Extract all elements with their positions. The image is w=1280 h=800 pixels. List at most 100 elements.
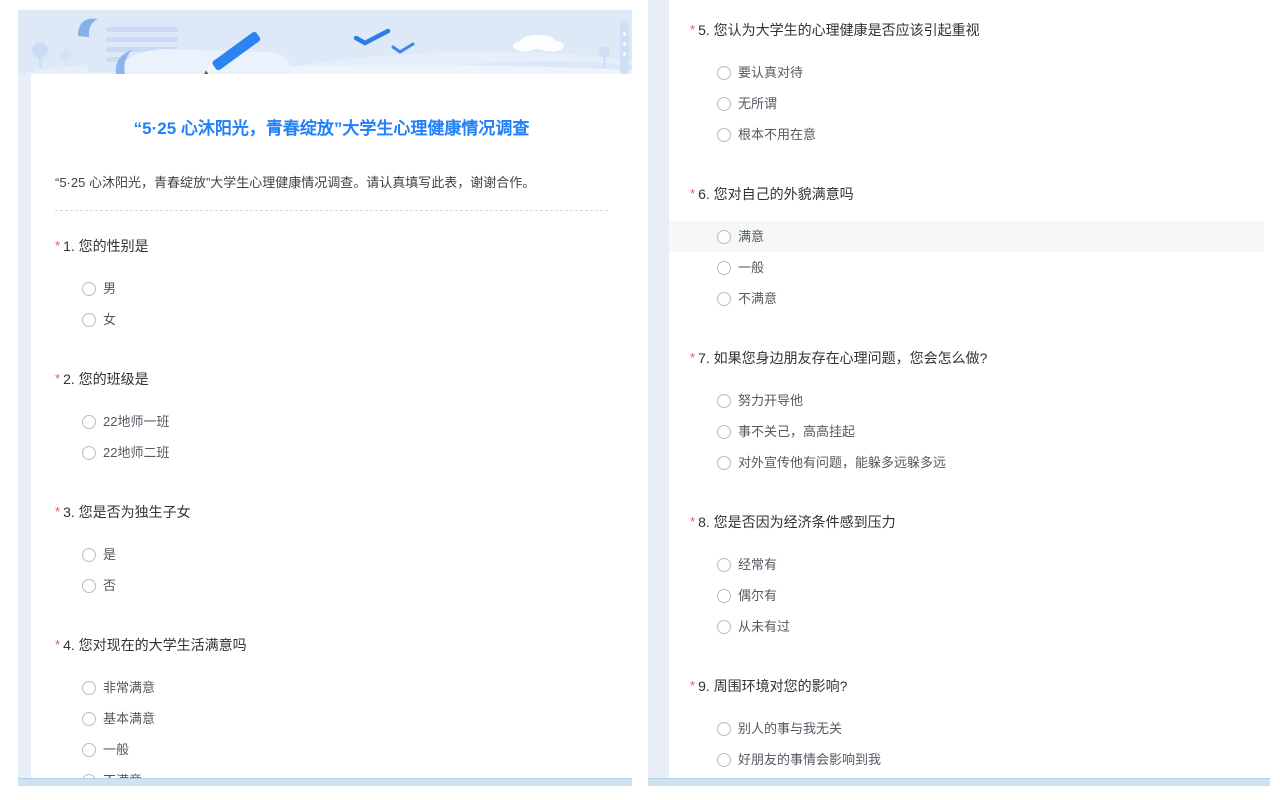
- question-list-right: *5. 您认为大学生的心理健康是否应该引起重视要认真对待无所谓根本不用在意*6.…: [669, 21, 1264, 779]
- question-block: *4. 您对现在的大学生活满意吗非常满意基本满意一般不满意: [31, 636, 632, 779]
- option-row[interactable]: 偶尔有: [669, 580, 1264, 611]
- radio-button-icon[interactable]: [82, 579, 96, 593]
- required-asterisk: *: [55, 238, 60, 253]
- radio-button-icon[interactable]: [717, 589, 731, 603]
- survey-title: “5·25 心沐阳光，青春绽放”大学生心理健康情况调查: [55, 118, 608, 140]
- required-asterisk: *: [55, 637, 60, 652]
- option-row[interactable]: 不满意: [31, 765, 632, 779]
- survey-page-top: “5·25 心沐阳光，青春绽放”大学生心理健康情况调查 “5·25 心沐阳光，青…: [18, 10, 632, 786]
- radio-button-icon[interactable]: [717, 261, 731, 275]
- question-block: *6. 您对自己的外貌满意吗满意一般不满意: [669, 185, 1264, 314]
- question-list-left: *1. 您的性别是男女*2. 您的班级是22地师一班22地师二班*3. 您是否为…: [31, 237, 632, 779]
- option-row[interactable]: 事不关己，高高挂起: [669, 416, 1264, 447]
- radio-button-icon[interactable]: [82, 446, 96, 460]
- radio-button-icon[interactable]: [82, 712, 96, 726]
- radio-button-icon[interactable]: [717, 620, 731, 634]
- option-label: 满意: [738, 228, 764, 245]
- option-row[interactable]: 要认真对待: [669, 57, 1264, 88]
- radio-button-icon[interactable]: [717, 128, 731, 142]
- required-asterisk: *: [690, 22, 695, 37]
- option-row[interactable]: 根本不用在意: [669, 119, 1264, 150]
- required-asterisk: *: [690, 678, 695, 693]
- option-label: 要认真对待: [738, 64, 803, 81]
- radio-button-icon[interactable]: [717, 425, 731, 439]
- radio-button-icon[interactable]: [717, 456, 731, 470]
- radio-button-icon[interactable]: [717, 722, 731, 736]
- header-divider: [55, 210, 608, 211]
- option-label: 根本不用在意: [738, 126, 816, 143]
- radio-button-icon[interactable]: [82, 681, 96, 695]
- option-row[interactable]: 否: [31, 570, 632, 601]
- radio-button-icon[interactable]: [82, 282, 96, 296]
- question-label: *7. 如果您身边朋友存在心理问题，您会怎么做?: [690, 349, 1243, 368]
- question-text: 1. 您的性别是: [63, 238, 149, 254]
- survey-description: “5·25 心沐阳光，青春绽放”大学生心理健康情况调查。请认真填写此表，谢谢合作…: [55, 174, 608, 191]
- option-row[interactable]: 是: [31, 539, 632, 570]
- option-row[interactable]: 别人的事与我无关: [669, 713, 1264, 744]
- option-row[interactable]: 女: [31, 304, 632, 335]
- required-asterisk: *: [55, 504, 60, 519]
- radio-button-icon[interactable]: [717, 66, 731, 80]
- radio-button-icon[interactable]: [82, 548, 96, 562]
- question-block: *3. 您是否为独生子女是否: [31, 503, 632, 601]
- option-row[interactable]: 基本满意: [31, 703, 632, 734]
- page-background-strip: [648, 0, 669, 779]
- option-label: 22地师一班: [103, 413, 169, 430]
- question-label: *9. 周围环境对您的影响?: [690, 677, 1243, 696]
- question-text: 5. 您认为大学生的心理健康是否应该引起重视: [698, 22, 980, 38]
- option-label: 女: [103, 311, 116, 328]
- option-label: 基本满意: [103, 710, 155, 727]
- question-text: 9. 周围环境对您的影响?: [698, 678, 847, 694]
- question-block: *7. 如果您身边朋友存在心理问题，您会怎么做? 努力开导他事不关己，高高挂起对外…: [669, 349, 1264, 478]
- question-block: *8. 您是否因为经济条件感到压力经常有偶尔有从未有过: [669, 513, 1264, 642]
- option-row[interactable]: 从未有过: [669, 611, 1264, 642]
- option-row[interactable]: 22地师一班: [31, 406, 632, 437]
- option-row[interactable]: 男: [31, 273, 632, 304]
- option-row[interactable]: 非常满意: [31, 672, 632, 703]
- option-row[interactable]: 满意: [669, 221, 1264, 252]
- question-text: 8. 您是否因为经济条件感到压力: [698, 514, 896, 530]
- radio-button-icon[interactable]: [82, 415, 96, 429]
- survey-card: “5·25 心沐阳光，青春绽放”大学生心理健康情况调查 “5·25 心沐阳光，青…: [31, 74, 632, 779]
- option-label: 非常满意: [103, 679, 155, 696]
- option-row[interactable]: 不满意: [669, 283, 1264, 314]
- question-label: *2. 您的班级是: [55, 370, 608, 389]
- question-text: 7. 如果您身边朋友存在心理问题，您会怎么做?: [698, 350, 987, 366]
- question-text: 4. 您对现在的大学生活满意吗: [63, 637, 247, 653]
- question-label: *4. 您对现在的大学生活满意吗: [55, 636, 608, 655]
- question-block: *2. 您的班级是 22地师一班 22地师二班: [31, 370, 632, 468]
- question-label: *1. 您的性别是: [55, 237, 608, 256]
- question-label: *8. 您是否因为经济条件感到压力: [690, 513, 1243, 532]
- required-asterisk: *: [690, 350, 695, 365]
- option-row[interactable]: 22地师二班: [31, 437, 632, 468]
- question-label: *5. 您认为大学生的心理健康是否应该引起重视: [690, 21, 1243, 40]
- option-label: 22地师二班: [103, 444, 169, 461]
- radio-button-icon[interactable]: [717, 753, 731, 767]
- option-label: 事不关己，高高挂起: [738, 423, 855, 440]
- bottom-bar: [648, 778, 1270, 786]
- question-block: *5. 您认为大学生的心理健康是否应该引起重视要认真对待无所谓根本不用在意: [669, 21, 1264, 150]
- radio-button-icon[interactable]: [717, 230, 731, 244]
- option-row[interactable]: 无所谓: [669, 88, 1264, 119]
- option-row[interactable]: 好朋友的事情会影响到我: [669, 744, 1264, 775]
- option-row[interactable]: 经常有: [669, 549, 1264, 580]
- radio-button-icon[interactable]: [717, 394, 731, 408]
- radio-button-icon[interactable]: [717, 97, 731, 111]
- radio-button-icon[interactable]: [717, 292, 731, 306]
- radio-button-icon[interactable]: [82, 313, 96, 327]
- question-label: *3. 您是否为独生子女: [55, 503, 608, 522]
- option-label: 是: [103, 546, 116, 563]
- option-label: 不满意: [738, 290, 777, 307]
- page-background-strip: [18, 74, 31, 779]
- radio-button-icon[interactable]: [82, 743, 96, 757]
- radio-button-icon[interactable]: [717, 558, 731, 572]
- option-row[interactable]: 努力开导他: [669, 385, 1264, 416]
- option-row[interactable]: 对外宣传他有问题，能躲多远躲多远: [669, 447, 1264, 478]
- option-label: 对外宣传他有问题，能躲多远躲多远: [738, 454, 946, 471]
- question-block: *9. 周围环境对您的影响?别人的事与我无关好朋友的事情会影响到我别人的事情对我…: [669, 677, 1264, 779]
- option-row[interactable]: 一般: [31, 734, 632, 765]
- question-text: 2. 您的班级是: [63, 371, 149, 387]
- question-block: *1. 您的性别是男女: [31, 237, 632, 335]
- question-text: 6. 您对自己的外貌满意吗: [698, 186, 854, 202]
- option-row[interactable]: 一般: [669, 252, 1264, 283]
